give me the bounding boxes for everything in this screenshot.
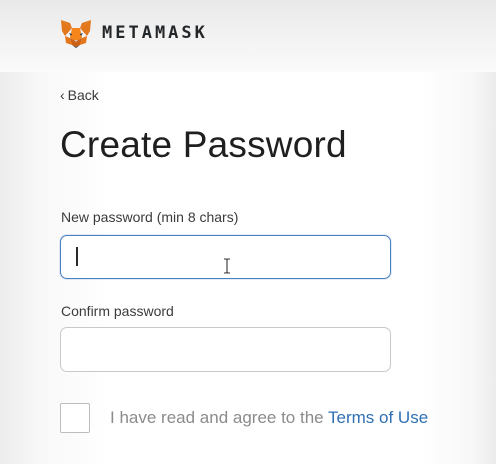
back-link[interactable]: ‹ Back (60, 87, 99, 103)
page-title: Create Password (60, 124, 347, 165)
terms-checkbox[interactable] (60, 403, 90, 433)
text-caret (76, 247, 78, 266)
confirm-password-input[interactable] (60, 327, 391, 372)
create-password-page: METAMASK ‹ Back Create Password New passw… (0, 0, 496, 464)
metamask-fox-icon (61, 20, 91, 48)
header: METAMASK (0, 0, 496, 72)
chevron-left-icon: ‹ (60, 87, 65, 103)
confirm-password-label: Confirm password (61, 303, 174, 319)
brand-name: METAMASK (102, 23, 208, 43)
new-password-label: New password (min 8 chars) (61, 209, 239, 225)
terms-agreement-text: I have read and agree to the (110, 408, 329, 427)
terms-of-use-link[interactable]: Terms of Use (328, 408, 428, 427)
ibeam-cursor-icon (224, 258, 230, 274)
back-label: Back (67, 87, 99, 103)
terms-agreement: I have read and agree to the Terms of Us… (110, 408, 428, 428)
